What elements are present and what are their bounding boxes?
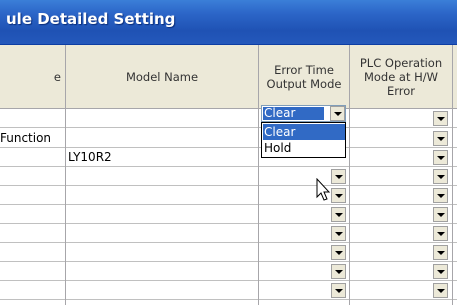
header-error-time-output-mode: Error Time Output Mode: [259, 45, 350, 108]
chevron-down-icon[interactable]: [331, 283, 346, 298]
chevron-down-icon[interactable]: [331, 264, 346, 279]
chevron-down-icon[interactable]: [433, 131, 448, 146]
chevron-down-icon[interactable]: [433, 226, 448, 241]
chevron-down-icon[interactable]: [331, 245, 346, 260]
option-hold[interactable]: Hold: [263, 140, 345, 156]
table-row: [0, 109, 457, 128]
cell-type: Function: [0, 131, 52, 145]
table-row: [0, 186, 457, 205]
cell-model-name[interactable]: LY10R2: [68, 150, 112, 164]
table-row: LY10R2: [0, 148, 457, 167]
header-model-name: Model Name: [66, 45, 259, 108]
column-separator: [349, 45, 350, 305]
chevron-down-icon[interactable]: [433, 150, 448, 165]
arrow-cursor-icon: [316, 178, 331, 201]
chevron-down-icon[interactable]: [433, 111, 448, 126]
column-separator: [452, 45, 453, 305]
table-row: [0, 243, 457, 262]
title-bar: ule Detailed Setting: [0, 0, 457, 45]
table-row: [0, 262, 457, 281]
combo-selected-value: Clear: [263, 107, 324, 120]
table-row: Function: [0, 129, 457, 148]
table-row: [0, 281, 457, 300]
table-row: [0, 167, 457, 186]
table-row: [0, 205, 457, 224]
chevron-down-icon[interactable]: [433, 169, 448, 184]
chevron-down-icon[interactable]: [331, 207, 346, 222]
window-title: ule Detailed Setting: [6, 10, 176, 28]
chevron-down-icon[interactable]: [433, 283, 448, 298]
chevron-down-icon[interactable]: [331, 226, 346, 241]
header-plc-operation-mode: PLC Operation Mode at H/W Error: [350, 45, 453, 108]
chevron-down-icon[interactable]: [433, 207, 448, 222]
header-type: e: [0, 45, 66, 108]
chevron-down-icon[interactable]: [433, 264, 448, 279]
chevron-down-icon[interactable]: [433, 188, 448, 203]
table-row: [0, 224, 457, 243]
settings-grid: e Model Name Error Time Output Mode PLC …: [0, 45, 457, 305]
chevron-down-icon[interactable]: [433, 245, 448, 260]
error-time-output-mode-combo[interactable]: Clear: [261, 105, 346, 122]
combo-dropdown-list: Clear Hold: [261, 122, 346, 158]
column-separator: [65, 45, 66, 305]
chevron-down-icon[interactable]: [330, 106, 345, 121]
column-separator: [258, 45, 259, 305]
option-clear[interactable]: Clear: [263, 124, 345, 140]
